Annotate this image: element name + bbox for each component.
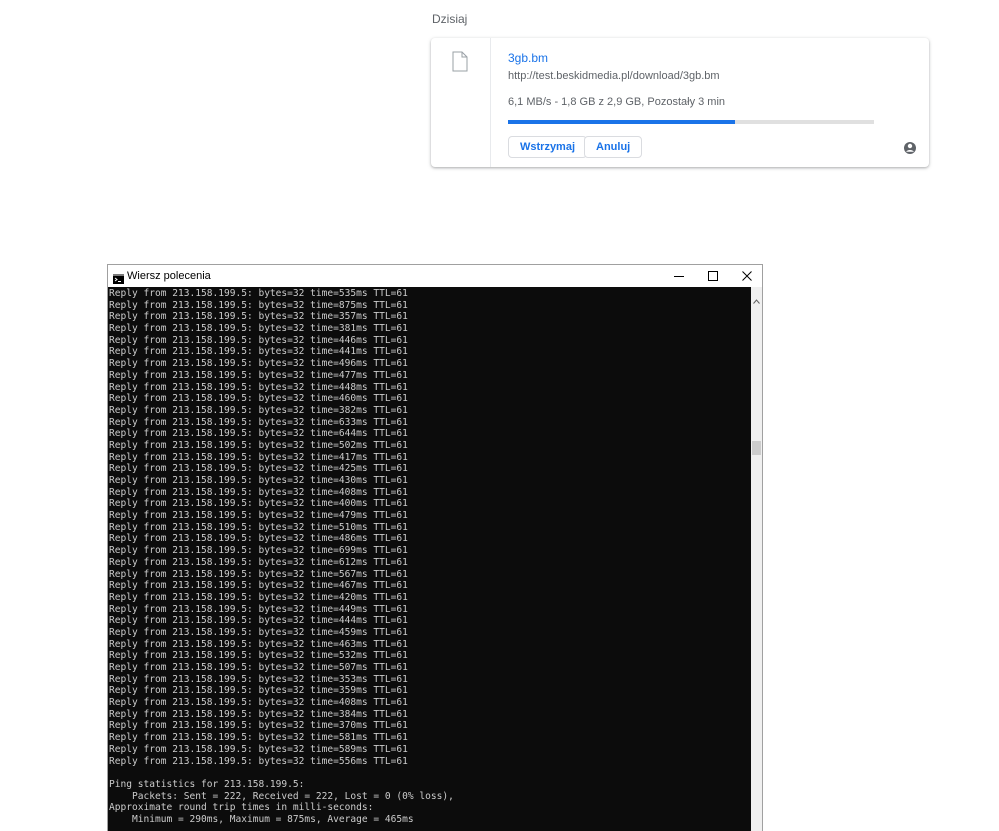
console-line: Reply from 213.158.199.5: bytes=32 time=…: [109, 638, 408, 650]
section-title-today: Dzisiaj: [432, 12, 468, 26]
console-line: Reply from 213.158.199.5: bytes=32 time=…: [109, 381, 408, 393]
console-line: Reply from 213.158.199.5: bytes=32 time=…: [109, 510, 408, 522]
console-line: Reply from 213.158.199.5: bytes=32 time=…: [109, 615, 408, 627]
more-icon[interactable]: [904, 141, 916, 159]
console-line: Approximate round trip times in milli-se…: [109, 802, 374, 814]
console-line: Reply from 213.158.199.5: bytes=32 time=…: [109, 720, 408, 732]
console-line: Reply from 213.158.199.5: bytes=32 time=…: [109, 334, 408, 346]
console-line: Reply from 213.158.199.5: bytes=32 time=…: [109, 533, 408, 545]
download-progress-bar: [508, 120, 874, 124]
console-line: Reply from 213.158.199.5: bytes=32 time=…: [109, 358, 408, 370]
console-line: Reply from 213.158.199.5: bytes=32 time=…: [109, 743, 408, 755]
console-line: Reply from 213.158.199.5: bytes=32 time=…: [109, 591, 408, 603]
console-line: Reply from 213.158.199.5: bytes=32 time=…: [109, 463, 408, 475]
download-progress-fill: [508, 120, 735, 124]
file-url: http://test.beskidmedia.pl/download/3gb.…: [508, 70, 720, 82]
console-output[interactable]: Reply from 213.158.199.5: bytes=32 time=…: [108, 287, 751, 831]
close-icon[interactable]: [730, 265, 764, 287]
console-line: Reply from 213.158.199.5: bytes=32 time=…: [109, 311, 408, 323]
console-line: Reply from 213.158.199.5: bytes=32 time=…: [109, 673, 408, 685]
console-text: Reply from 213.158.199.5: bytes=32 time=…: [108, 287, 751, 826]
file-name-link[interactable]: 3gb.bm: [508, 51, 548, 65]
console-line: Reply from 213.158.199.5: bytes=32 time=…: [109, 451, 408, 463]
minimize-icon[interactable]: [662, 265, 696, 287]
console-line: Ping statistics for 213.158.199.5:: [109, 778, 305, 790]
console-line: Reply from 213.158.199.5: bytes=32 time=…: [109, 521, 408, 533]
console-line: Reply from 213.158.199.5: bytes=32 time=…: [109, 650, 408, 662]
page: Dzisiaj 3gb.bm http://test.beskidmedia.p…: [0, 0, 999, 831]
console-line: Reply from 213.158.199.5: bytes=32 time=…: [109, 545, 408, 557]
download-status: 6,1 MB/s - 1,8 GB z 2,9 GB, Pozostały 3 …: [508, 96, 726, 108]
vertical-scrollbar[interactable]: [751, 287, 762, 831]
console-line: Reply from 213.158.199.5: bytes=32 time=…: [109, 568, 408, 580]
console-line: Reply from 213.158.199.5: bytes=32 time=…: [109, 393, 408, 405]
window-title: Wiersz polecenia: [127, 270, 211, 282]
console-line: Reply from 213.158.199.5: bytes=32 time=…: [109, 486, 408, 498]
console-line: Reply from 213.158.199.5: bytes=32 time=…: [109, 416, 408, 428]
window-titlebar[interactable]: Wiersz polecenia: [108, 265, 762, 287]
console-line: Reply from 213.158.199.5: bytes=32 time=…: [109, 732, 408, 744]
console-line: Reply from 213.158.199.5: bytes=32 time=…: [109, 299, 408, 311]
file-icon: [452, 51, 468, 77]
console-line: Reply from 213.158.199.5: bytes=32 time=…: [109, 556, 408, 568]
console-line: Reply from 213.158.199.5: bytes=32 time=…: [109, 404, 408, 416]
console-line: Packets: Sent = 222, Received = 222, Los…: [109, 790, 454, 802]
scroll-thumb[interactable]: [752, 441, 761, 455]
console-line: Reply from 213.158.199.5: bytes=32 time=…: [109, 369, 408, 381]
scroll-up-icon[interactable]: [753, 291, 760, 309]
console-line: Reply from 213.158.199.5: bytes=32 time=…: [109, 580, 408, 592]
console-line: Reply from 213.158.199.5: bytes=32 time=…: [109, 626, 408, 638]
console-line: Reply from 213.158.199.5: bytes=32 time=…: [109, 662, 408, 673]
command-prompt-window: Wiersz polecenia Reply from 213.158.199.…: [107, 264, 763, 831]
console-line: Reply from 213.158.199.5: bytes=32 time=…: [109, 685, 408, 697]
console-line: Reply from 213.158.199.5: bytes=32 time=…: [109, 346, 408, 358]
console-line: Reply from 213.158.199.5: bytes=32 time=…: [109, 428, 408, 440]
cancel-button[interactable]: Anuluj: [584, 136, 643, 158]
pause-button[interactable]: Wstrzymaj: [508, 136, 588, 158]
console-line: Reply from 213.158.199.5: bytes=32 time=…: [109, 498, 408, 510]
console-line: Reply from 213.158.199.5: bytes=32 time=…: [109, 323, 408, 335]
maximize-icon[interactable]: [696, 265, 730, 287]
console-line: Reply from 213.158.199.5: bytes=32 time=…: [109, 288, 408, 299]
console-line: Reply from 213.158.199.5: bytes=32 time=…: [109, 603, 408, 615]
file-icon-column: [431, 38, 491, 167]
console-line: Reply from 213.158.199.5: bytes=32 time=…: [109, 755, 408, 767]
console-line: Reply from 213.158.199.5: bytes=32 time=…: [109, 697, 408, 709]
console-line: Minimum = 290ms, Maximum = 875ms, Averag…: [109, 813, 414, 825]
console-line: Reply from 213.158.199.5: bytes=32 time=…: [109, 708, 408, 720]
console-line: Reply from 213.158.199.5: bytes=32 time=…: [109, 475, 408, 486]
console-line: Reply from 213.158.199.5: bytes=32 time=…: [109, 439, 408, 451]
download-card: 3gb.bm http://test.beskidmedia.pl/downlo…: [431, 38, 929, 167]
